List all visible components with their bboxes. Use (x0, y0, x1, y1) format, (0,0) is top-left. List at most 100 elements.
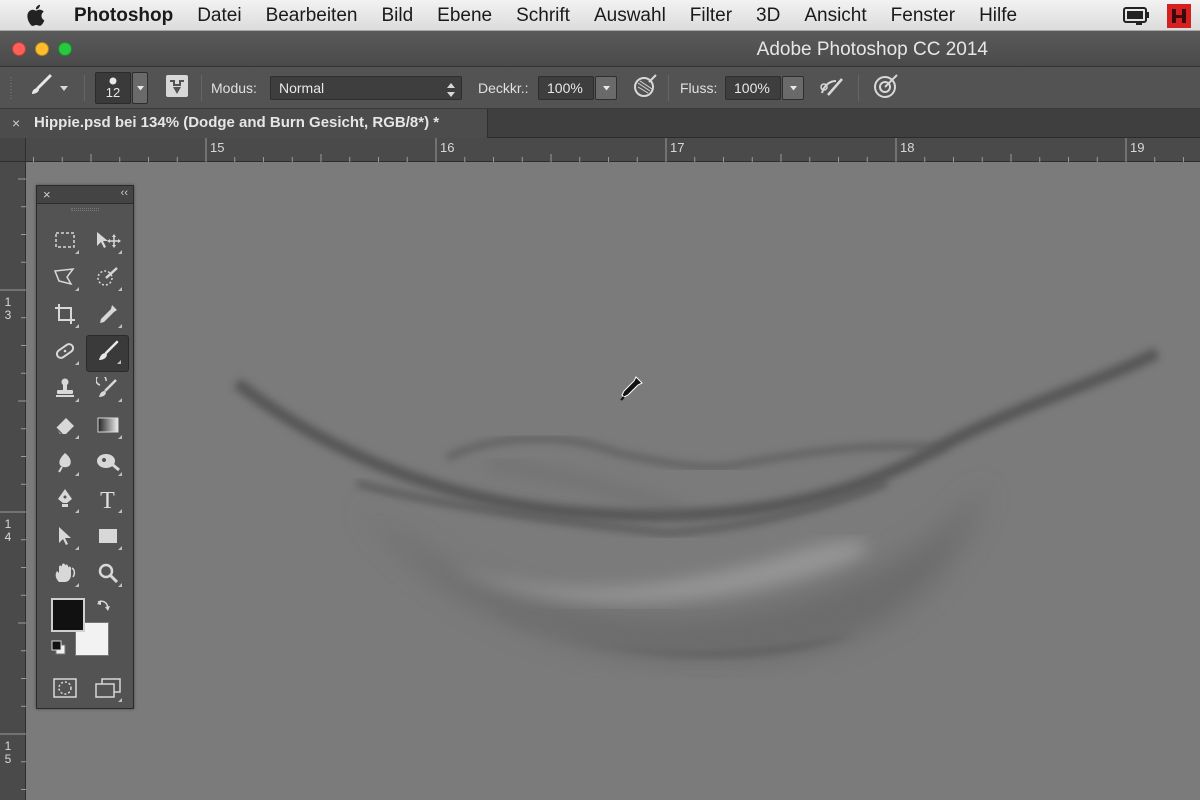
ruler-label-16: 16 (440, 140, 455, 155)
rectangle-icon (97, 527, 119, 550)
tool-history-brush[interactable] (86, 372, 129, 409)
screen-mode-button[interactable] (86, 672, 129, 709)
bandage-icon (53, 340, 77, 367)
brush-panel-icon (164, 73, 190, 104)
brush-size-dropdown[interactable] (132, 72, 148, 104)
tool-marquee[interactable] (43, 224, 86, 261)
tool-healing-brush[interactable] (43, 335, 86, 372)
opacity-input[interactable]: 100% (538, 76, 594, 100)
tool-lasso[interactable] (43, 261, 86, 298)
updown-chevron-icon (447, 81, 455, 103)
ruler-origin[interactable] (0, 138, 26, 162)
tool-pen[interactable] (43, 483, 86, 520)
display-status-icon[interactable] (1122, 4, 1152, 33)
tool-blur[interactable] (43, 446, 86, 483)
chevron-down-icon (60, 79, 68, 97)
document-canvas[interactable] (27, 163, 1200, 800)
app-status-icon[interactable] (1166, 3, 1192, 34)
tool-type[interactable]: T (86, 483, 129, 520)
color-swatches (51, 598, 121, 662)
options-bar: 12 Modus: Normal Deckkr.: 100% Fluss: 10… (0, 67, 1200, 109)
window-title: Adobe Photoshop CC 2014 (756, 39, 988, 60)
menu-auswahl[interactable]: Auswahl (582, 0, 678, 31)
ruler-label-15: 15 (210, 140, 225, 155)
tools-panel: × ‹‹ T (36, 185, 134, 709)
mode-value: Normal (279, 80, 325, 96)
vertical-ruler[interactable]: 13 14 15 (0, 138, 26, 800)
menu-datei[interactable]: Datei (185, 0, 253, 31)
menu-bild[interactable]: Bild (369, 0, 425, 31)
ruler-label-15v: 15 (4, 739, 12, 766)
document-tab-bar: × Hippie.psd bei 134% (Dodge and Burn Ge… (0, 109, 1200, 138)
swap-colors-icon[interactable] (95, 598, 111, 619)
tool-hand[interactable] (43, 557, 86, 594)
brush-panel-toggle[interactable] (164, 67, 190, 109)
tool-eraser[interactable] (43, 409, 86, 446)
eyedropper-cursor-icon (620, 375, 644, 406)
tool-grip (8, 67, 14, 109)
move-icon (95, 230, 121, 255)
ruler-label-19: 19 (1130, 140, 1145, 155)
brush-size-preview[interactable]: 12 (95, 72, 131, 104)
brush-size-picker[interactable]: 12 (95, 67, 148, 109)
pressure-opacity-toggle[interactable] (632, 67, 658, 109)
tool-quick-selection[interactable] (86, 261, 129, 298)
brush-tool-icon (96, 340, 120, 367)
minimize-window-button[interactable] (35, 42, 49, 56)
menu-hilfe[interactable]: Hilfe (967, 0, 1029, 31)
apple-icon[interactable] (0, 4, 74, 26)
horizontal-ruler[interactable]: 15 16 17 18 19 (26, 138, 1200, 162)
mode-select[interactable]: Normal (270, 76, 462, 100)
menu-filter[interactable]: Filter (678, 0, 744, 31)
window-title-bar: Adobe Photoshop CC 2014 (0, 31, 1200, 67)
tool-move[interactable] (86, 224, 129, 261)
document-tab[interactable]: × Hippie.psd bei 134% (Dodge and Burn Ge… (0, 109, 488, 138)
stamp-icon (54, 377, 76, 404)
flow-label: Fluss: (680, 80, 718, 96)
quick-mask-button[interactable] (43, 672, 86, 709)
quick-mask-icon (52, 678, 77, 703)
brush-size-value: 12 (105, 84, 121, 100)
tool-rectangle[interactable] (86, 520, 129, 557)
menu-ebene[interactable]: Ebene (425, 0, 504, 31)
zoom-window-button[interactable] (58, 42, 72, 56)
menu-bearbeiten[interactable]: Bearbeiten (254, 0, 370, 31)
opacity-value: 100% (547, 80, 583, 96)
airbrush-toggle[interactable] (818, 67, 846, 109)
ruler-label-18: 18 (900, 140, 915, 155)
airbrush-icon (818, 73, 846, 104)
default-colors-icon[interactable] (51, 640, 67, 661)
close-window-button[interactable] (12, 42, 26, 56)
tool-clone-stamp[interactable] (43, 372, 86, 409)
tools-panel-header[interactable]: × ‹‹ (37, 186, 133, 204)
menu-ansicht[interactable]: Ansicht (792, 0, 878, 31)
flow-dropdown[interactable] (782, 76, 804, 100)
collapse-panel-icon[interactable]: ‹‹ (121, 187, 128, 199)
tool-zoom[interactable] (86, 557, 129, 594)
pressure-size-icon (872, 72, 900, 105)
close-panel-icon[interactable]: × (43, 187, 51, 202)
ruler-label-14: 14 (4, 517, 12, 544)
pressure-opacity-icon (632, 73, 658, 104)
menu-bar: Photoshop Datei Bearbeiten Bild Ebene Sc… (0, 0, 1200, 31)
tool-path-selection[interactable] (43, 520, 86, 557)
tool-brush[interactable] (86, 335, 129, 372)
hand-icon (53, 562, 77, 589)
polygonal-lasso-icon (53, 267, 77, 292)
menu-3d[interactable]: 3D (744, 0, 792, 31)
menu-schrift[interactable]: Schrift (504, 0, 582, 31)
menu-fenster[interactable]: Fenster (879, 0, 967, 31)
menu-photoshop[interactable]: Photoshop (74, 0, 185, 31)
tool-crop[interactable] (43, 298, 86, 335)
tool-preset-picker[interactable] (24, 67, 68, 109)
pressure-size-toggle[interactable] (872, 67, 900, 109)
tool-eyedropper[interactable] (86, 298, 129, 335)
panel-grip[interactable] (37, 204, 133, 214)
flow-input[interactable]: 100% (725, 76, 781, 100)
close-tab-icon[interactable]: × (12, 115, 20, 131)
foreground-color[interactable] (51, 598, 85, 632)
opacity-dropdown[interactable] (595, 76, 617, 100)
tool-gradient[interactable] (86, 409, 129, 446)
document-tab-title: Hippie.psd bei 134% (Dodge and Burn Gesi… (34, 114, 440, 131)
tool-dodge[interactable] (86, 446, 129, 483)
